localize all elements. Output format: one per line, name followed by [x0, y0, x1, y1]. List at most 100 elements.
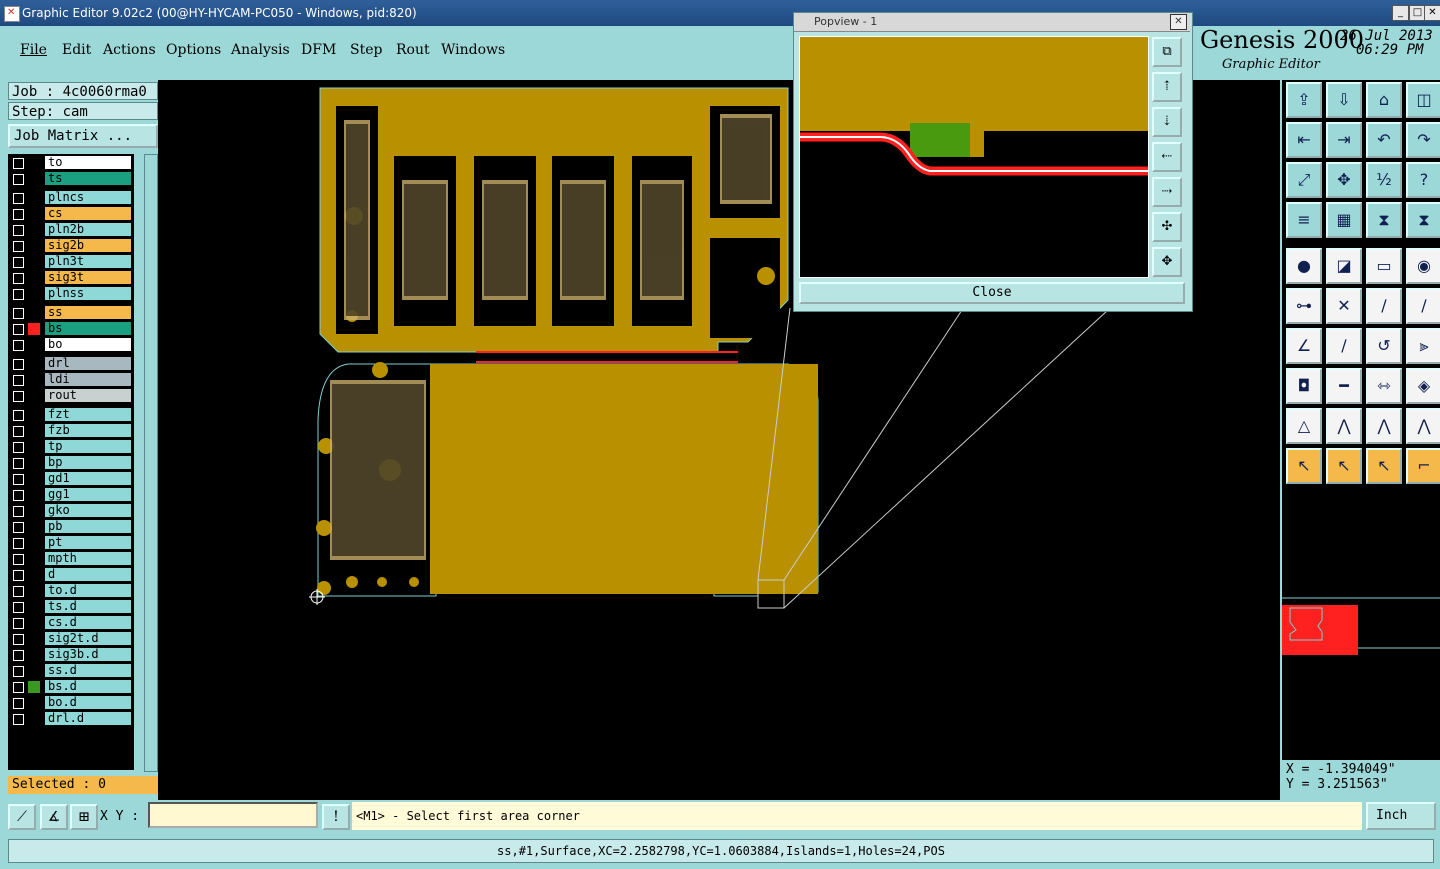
- layer-row-to-d[interactable]: to.d: [8, 584, 134, 598]
- draw-line2-icon[interactable]: ∕: [1326, 328, 1362, 364]
- layer-checkbox[interactable]: [13, 193, 24, 204]
- center-icon[interactable]: ✥: [1326, 162, 1362, 198]
- layer-checkbox[interactable]: [13, 714, 24, 725]
- select-arrow-icon[interactable]: ↖: [1286, 448, 1322, 484]
- layer-checkbox[interactable]: [13, 359, 24, 370]
- layer-checkbox[interactable]: [13, 586, 24, 597]
- popview-left-icon[interactable]: ⇠: [1152, 142, 1182, 172]
- layer-name[interactable]: ts: [45, 172, 131, 185]
- layer-checkbox[interactable]: [13, 158, 24, 169]
- layer-name[interactable]: cs.d: [45, 616, 131, 629]
- layer-row-tp[interactable]: tp: [8, 440, 134, 454]
- zoom-home-icon[interactable]: ⇪: [1286, 82, 1322, 118]
- zoom-in-icon[interactable]: ⇩: [1326, 82, 1362, 118]
- popview-close-icon[interactable]: ✕: [1170, 14, 1187, 30]
- layer-checkbox[interactable]: [13, 698, 24, 709]
- menu-windows[interactable]: Windows: [441, 42, 505, 58]
- layer-name[interactable]: pt: [45, 536, 131, 549]
- menu-rout[interactable]: Rout: [396, 42, 430, 58]
- pan-left-icon[interactable]: ⇤: [1286, 122, 1322, 158]
- redo-view-icon[interactable]: ↷: [1406, 122, 1440, 158]
- dot-icon[interactable]: ◉: [1406, 248, 1440, 284]
- menu-analysis[interactable]: Analysis: [231, 42, 290, 58]
- draw-line-icon[interactable]: ∠: [1286, 328, 1322, 364]
- layer-row-ss[interactable]: ss: [8, 306, 134, 320]
- layer-row-plncs[interactable]: plncs: [8, 191, 134, 205]
- layer-name[interactable]: pln2b: [45, 223, 131, 236]
- layer-name[interactable]: cs: [45, 207, 131, 220]
- layer-name[interactable]: fzt: [45, 408, 131, 421]
- layer-checkbox[interactable]: [13, 209, 24, 220]
- angle-mode-icon[interactable]: ∡: [40, 804, 68, 830]
- layer-row-bs[interactable]: bs: [8, 322, 134, 336]
- layer-row-fzb[interactable]: fzb: [8, 424, 134, 438]
- layer-checkbox[interactable]: [13, 666, 24, 677]
- layer-checkbox[interactable]: [13, 340, 24, 351]
- layer-checkbox[interactable]: [13, 410, 24, 421]
- layer-row-sig2t-d[interactable]: sig2t.d: [8, 632, 134, 646]
- layer-checkbox[interactable]: [13, 241, 24, 252]
- layer-name[interactable]: gg1: [45, 488, 131, 501]
- layer-checkbox[interactable]: [13, 682, 24, 693]
- select-route-icon[interactable]: ⌐: [1406, 448, 1440, 484]
- line-color-icon[interactable]: ◪: [1326, 248, 1362, 284]
- layer-row-drl[interactable]: drl: [8, 357, 134, 371]
- layer-row-to[interactable]: to: [8, 156, 134, 170]
- layer-row-sig2b[interactable]: sig2b: [8, 239, 134, 253]
- pad-add-icon[interactable]: ◘: [1286, 368, 1322, 404]
- layer-row-pb[interactable]: pb: [8, 520, 134, 534]
- popview-down-icon[interactable]: ⇣: [1152, 107, 1182, 137]
- xy-input[interactable]: [148, 802, 318, 828]
- layer-name[interactable]: gko: [45, 504, 131, 517]
- alert-icon[interactable]: !: [322, 804, 350, 830]
- layer-name[interactable]: gd1: [45, 472, 131, 485]
- layer-name[interactable]: ldi: [45, 373, 131, 386]
- measure-icon[interactable]: ⇿: [1366, 368, 1402, 404]
- layer-name[interactable]: bs.d: [45, 680, 131, 693]
- layer-name[interactable]: sig2b: [45, 239, 131, 252]
- snap-mode-icon[interactable]: ⟋: [8, 804, 36, 830]
- node-icon[interactable]: ⊶: [1286, 288, 1322, 324]
- snap-icon[interactable]: ⧗: [1366, 202, 1402, 238]
- layer-name[interactable]: drl.d: [45, 712, 131, 725]
- layer-row-bo-d[interactable]: bo.d: [8, 696, 134, 710]
- grid-mode-icon[interactable]: ⊞: [70, 804, 98, 830]
- cross-icon[interactable]: ✕: [1326, 288, 1362, 324]
- layer-row-gg1[interactable]: gg1: [8, 488, 134, 502]
- layer-checkbox[interactable]: [13, 602, 24, 613]
- layer-checkbox[interactable]: [13, 257, 24, 268]
- line-add-icon[interactable]: ━: [1326, 368, 1362, 404]
- popview-fit-icon[interactable]: ✣: [1152, 212, 1182, 242]
- layer-checkbox[interactable]: [13, 618, 24, 629]
- feature-icon[interactable]: ●: [1286, 248, 1322, 284]
- menu-file[interactable]: File: [20, 42, 47, 58]
- layer-checkbox[interactable]: [13, 522, 24, 533]
- layer-name[interactable]: pb: [45, 520, 131, 533]
- ruler-icon[interactable]: ▭: [1366, 248, 1402, 284]
- layer-name[interactable]: drl: [45, 357, 131, 370]
- layer-name[interactable]: sig2t.d: [45, 632, 131, 645]
- layer-checkbox[interactable]: [13, 273, 24, 284]
- popview-canvas[interactable]: [799, 36, 1149, 278]
- pan-right-icon[interactable]: ⇥: [1326, 122, 1362, 158]
- layer-name[interactable]: to.d: [45, 584, 131, 597]
- layer-name[interactable]: plncs: [45, 191, 131, 204]
- menu-options[interactable]: Options: [166, 42, 221, 58]
- layer-checkbox[interactable]: [13, 538, 24, 549]
- layer-checkbox[interactable]: [13, 650, 24, 661]
- layer-name[interactable]: sig3t: [45, 271, 131, 284]
- layer-row-sig3t[interactable]: sig3t: [8, 271, 134, 285]
- popview-close-button[interactable]: Close: [799, 282, 1185, 304]
- triangle4-icon[interactable]: ⋀: [1406, 408, 1440, 444]
- layer-checkbox[interactable]: [13, 506, 24, 517]
- help-icon[interactable]: ?: [1406, 162, 1440, 198]
- layer-name[interactable]: sig3b.d: [45, 648, 131, 661]
- popview-up-icon[interactable]: ⇡: [1152, 72, 1182, 102]
- flip-icon[interactable]: ⫸: [1406, 328, 1440, 364]
- layer-row-mpth[interactable]: mpth: [8, 552, 134, 566]
- layer-checkbox[interactable]: [13, 570, 24, 581]
- window-split-icon[interactable]: ◫: [1406, 82, 1440, 118]
- layer-name[interactable]: pln3t: [45, 255, 131, 268]
- layer-name[interactable]: fzb: [45, 424, 131, 437]
- pad-arc-icon[interactable]: ∕: [1366, 288, 1402, 324]
